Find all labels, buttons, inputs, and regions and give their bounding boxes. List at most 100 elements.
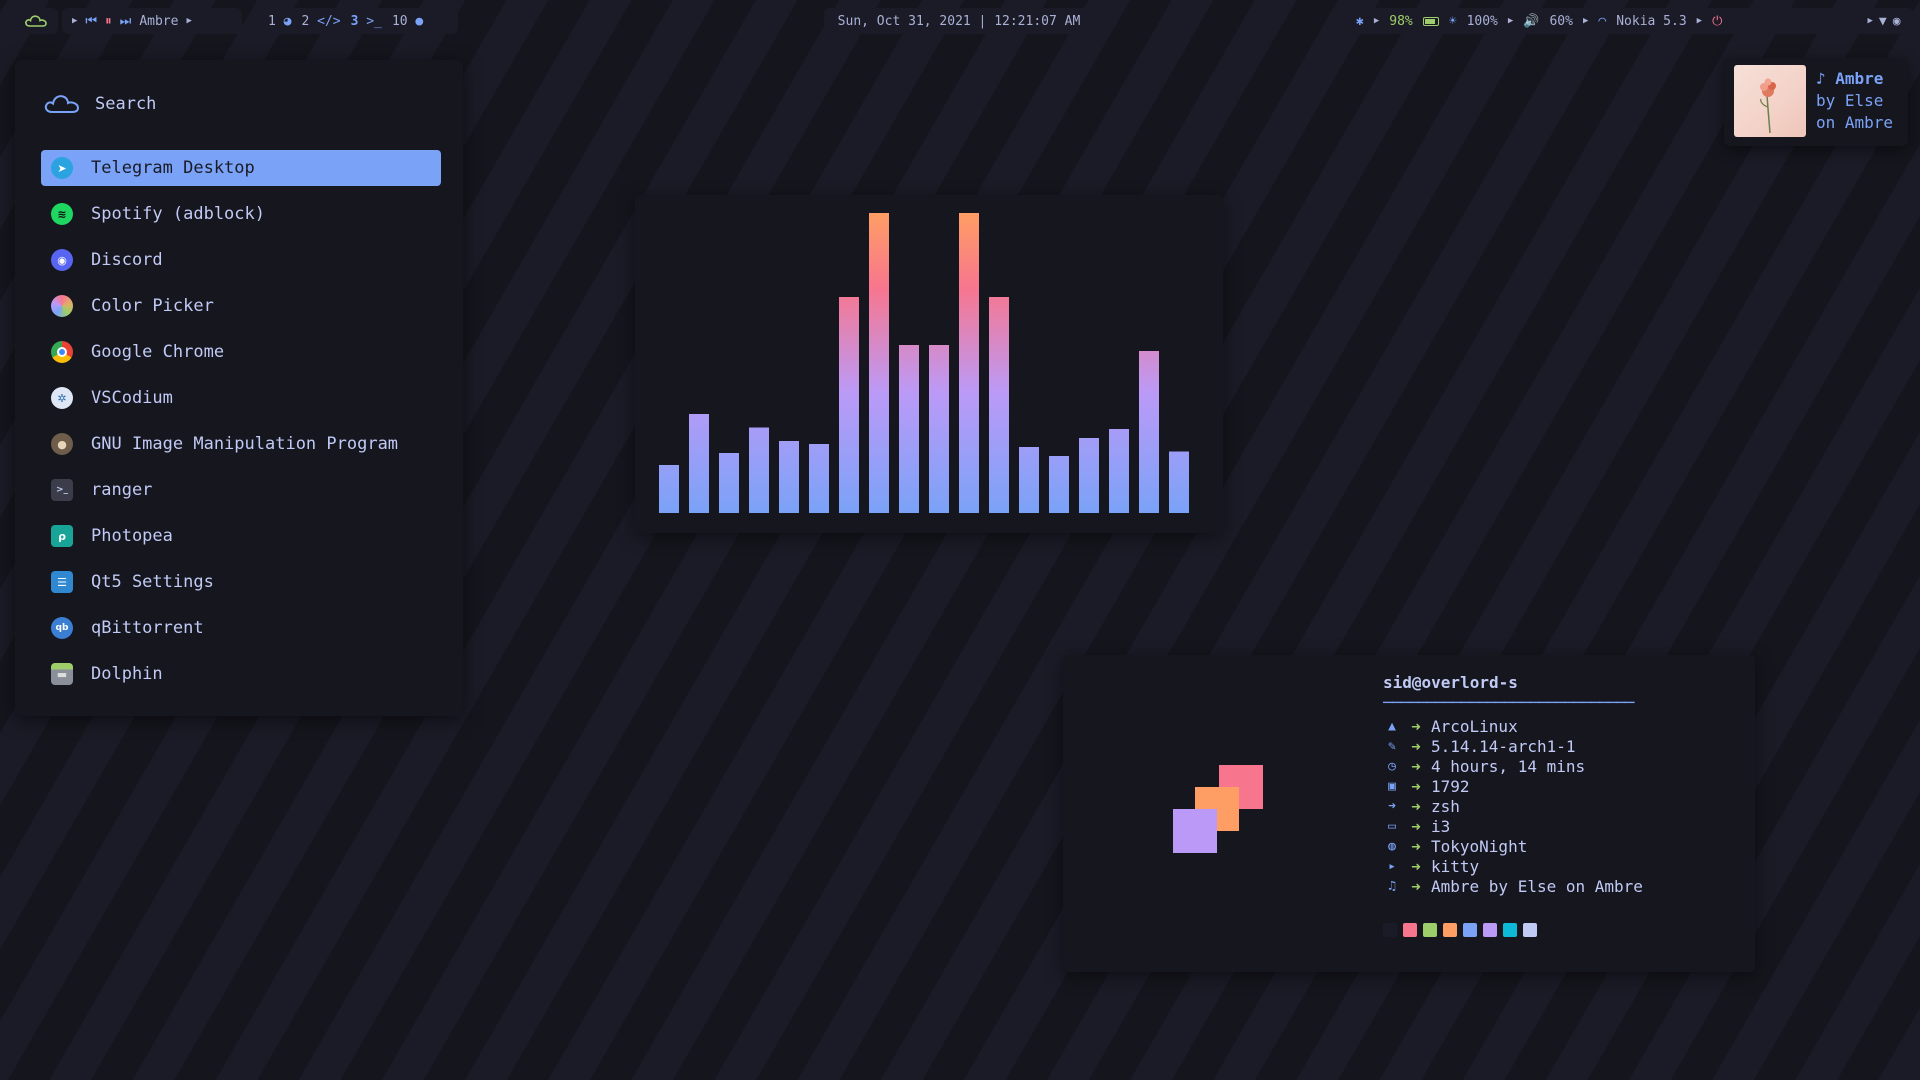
discord-tray-icon[interactable]: ◉: [1893, 14, 1901, 29]
visualizer-bar: [929, 345, 949, 513]
arch-icon: ▲: [1388, 719, 1396, 734]
datetime: Sun, Oct 31, 2021 | 12:21:07 AM: [824, 8, 1094, 34]
fetch-value: 4 hours, 14 mins: [1431, 757, 1586, 776]
arrow-icon: ➜: [1411, 857, 1421, 876]
arrow-right-icon: ▶: [1696, 16, 1703, 26]
arrow-right-icon: ▶: [1582, 16, 1589, 26]
fetch-value: 1792: [1431, 777, 1470, 796]
color-palette: [1383, 923, 1643, 937]
bluetooth-icon[interactable]: ✱: [1356, 14, 1364, 29]
arrow-right-icon: ▶: [72, 16, 78, 26]
visualizer-bar: [1079, 438, 1099, 513]
app-label: Spotify (adblock): [91, 204, 265, 224]
app-item-google-chrome[interactable]: Google Chrome: [41, 334, 441, 370]
workspace-2[interactable]: 2 </>: [301, 14, 340, 29]
arrow-icon: ➜: [1411, 717, 1421, 736]
fetch-rows: ▲ ➜ ArcoLinux ✎ ➜ 5.14.14-arch1-1 ◷ ➜ 4 hours,…: [1383, 717, 1643, 897]
app-item-photopea[interactable]: ρ Photopea: [41, 518, 441, 554]
datetime-label: Sun, Oct 31, 2021 | 12:21:07 AM: [837, 13, 1081, 29]
music-icon: ♫: [1388, 879, 1396, 894]
terminal-icon: >_: [366, 13, 382, 29]
palette-swatch: [1403, 923, 1417, 937]
arrow-right-icon: ▶: [1867, 16, 1873, 26]
fetch-value: i3: [1431, 817, 1451, 836]
workspace-10[interactable]: 10 ●: [392, 14, 423, 29]
palette-swatch: [1383, 923, 1397, 937]
previous-icon[interactable]: ⏮: [85, 14, 97, 29]
app-label: Qt5 Settings: [91, 572, 214, 592]
app-item-dolphin[interactable]: ▬ Dolphin: [41, 656, 441, 692]
visualizer-bars: [659, 213, 1189, 513]
app-item-color-picker[interactable]: Color Picker: [41, 288, 441, 324]
app-item-spotify[interactable]: ≋ Spotify (adblock): [41, 196, 441, 232]
spotify-icon: ≋: [51, 203, 73, 225]
volume-label[interactable]: 60%: [1549, 14, 1572, 29]
qt5-settings-icon: ☰: [51, 571, 73, 593]
workspaces: 1 ◕ 2 </> 3 >_ 10 ●: [258, 8, 458, 34]
clock-icon: ◷: [1388, 759, 1396, 774]
qbittorrent-icon: qb: [51, 617, 73, 639]
battery-icon: [1422, 16, 1439, 26]
app-item-gimp[interactable]: ● GNU Image Manipulation Program: [41, 426, 441, 462]
palette-swatch: [1523, 923, 1537, 937]
fetch-info: sid@overlord-s ─────────────────────────…: [1383, 673, 1643, 937]
palette-swatch: [1463, 923, 1477, 937]
window-icon: ▭: [1388, 819, 1396, 834]
app-label: Google Chrome: [91, 342, 225, 362]
visualizer-bar: [1169, 451, 1189, 513]
workspace-1[interactable]: 1 ◕: [268, 14, 291, 29]
visualizer-bar: [869, 213, 889, 513]
app-label: Discord: [91, 250, 163, 270]
palette-swatch: [1503, 923, 1517, 937]
brightness-label[interactable]: 100%: [1467, 14, 1498, 29]
pause-icon[interactable]: ⏸: [105, 14, 112, 29]
chrome-icon: [51, 341, 73, 363]
fetch-logo: [1173, 765, 1263, 855]
arrow-right-icon: ▶: [186, 16, 192, 26]
fetch-row-shell: ➜ ➜ zsh: [1383, 797, 1643, 817]
ranger-icon: >_: [51, 479, 73, 501]
album-cover: [1734, 65, 1806, 137]
visualizer-bar: [659, 465, 679, 513]
app-item-qbittorrent[interactable]: qb qBittorrent: [41, 610, 441, 646]
arrow-icon: ➜: [1411, 777, 1421, 796]
app-item-ranger[interactable]: >_ ranger: [41, 472, 441, 508]
track-album: on Ambre: [1816, 113, 1894, 132]
search-bar[interactable]: Search: [43, 92, 156, 116]
app-label: Dolphin: [91, 664, 163, 684]
arrow-icon: ➜: [1411, 817, 1421, 836]
app-item-vscodium[interactable]: ✲ VSCodium: [41, 380, 441, 416]
now-playing-text: ♪ Ambre by Else on Ambre: [1816, 68, 1893, 134]
app-item-discord[interactable]: ◉ Discord: [41, 242, 441, 278]
fetch-row-uptime: ◷ ➜ 4 hours, 14 mins: [1383, 757, 1643, 777]
app-item-qt5-settings[interactable]: ☰ Qt5 Settings: [41, 564, 441, 600]
network-label[interactable]: Nokia 5.3: [1616, 14, 1686, 29]
app-item-telegram-desktop[interactable]: ➤ Telegram Desktop: [41, 150, 441, 186]
launcher-button[interactable]: [14, 8, 58, 34]
visualizer-bar: [1049, 456, 1069, 513]
visualizer-bar: [899, 345, 919, 513]
fetch-value: kitty: [1431, 857, 1480, 876]
color-picker-icon: [51, 295, 73, 317]
logo-square-purple: [1173, 809, 1217, 853]
fetch-row-music: ♫ ➜ Ambre by Else on Ambre: [1383, 877, 1643, 897]
workspace-3[interactable]: 3 >_: [351, 14, 382, 29]
app-label: Color Picker: [91, 296, 214, 316]
fetch-value: zsh: [1431, 797, 1460, 816]
track-artist: by Else: [1816, 91, 1884, 110]
app-label: VSCodium: [91, 388, 173, 408]
palette-icon: ◍: [1388, 839, 1396, 854]
arrow-icon: ➜: [1411, 757, 1421, 776]
app-launcher: Search ➤ Telegram Desktop ≋ Spotify (adb…: [15, 60, 463, 716]
next-icon[interactable]: ⏭: [120, 14, 132, 29]
arrow-right-icon: ▶: [1373, 16, 1380, 26]
visualizer-bar: [1109, 429, 1129, 513]
dolphin-icon: ▬: [51, 663, 73, 685]
terminal-icon: ▸: [1388, 859, 1396, 874]
visualizer-bar: [989, 297, 1009, 513]
user-host: sid@overlord-s: [1383, 673, 1518, 692]
arrow-right-icon: ▶: [1507, 16, 1514, 26]
wifi-tray-icon[interactable]: ▼: [1879, 14, 1887, 29]
visualizer-bar: [959, 213, 979, 513]
power-icon[interactable]: ⏻: [1712, 14, 1722, 29]
